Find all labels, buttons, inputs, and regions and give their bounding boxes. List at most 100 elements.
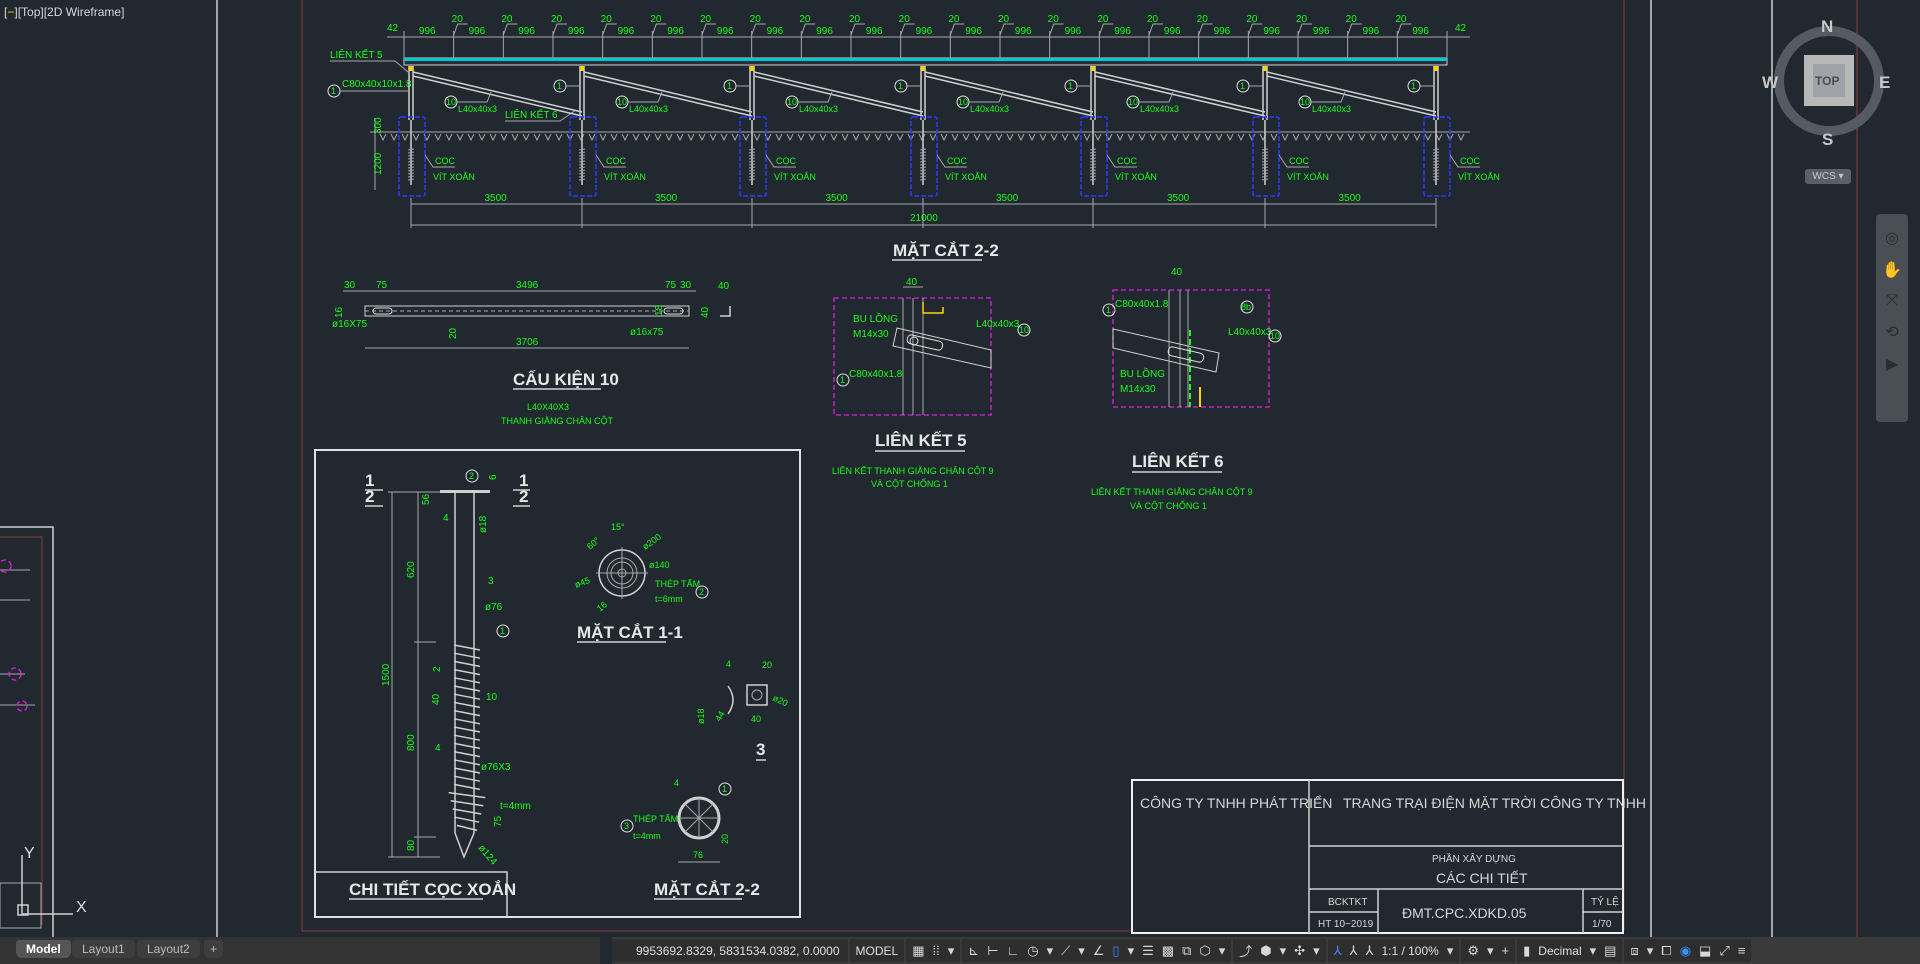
grid-icon[interactable]: ▦ [912, 943, 924, 959]
viewport-view-label[interactable]: [Top][2D Wireframe] [18, 5, 125, 19]
isodraft-icon[interactable]: ⟋ [1061, 943, 1070, 959]
zoom-extents-icon[interactable]: ⤧ [1886, 292, 1899, 310]
detail-3-title: 3 [756, 740, 765, 759]
tab-model[interactable]: Model [16, 940, 71, 958]
chevron-down-icon[interactable]: ▾ [1487, 943, 1494, 959]
pile-thread [407, 166, 415, 169]
tab-layout2[interactable]: Layout2 [137, 940, 200, 958]
helix-flight [453, 668, 481, 676]
ground-hatch [1127, 133, 1135, 142]
lock-ui-icon[interactable]: ⧈ [1630, 943, 1638, 959]
object-snap-icon[interactable]: ▯ [1112, 943, 1119, 959]
chevron-down-icon[interactable]: ▾ [1078, 943, 1085, 959]
viewport-controls[interactable]: [−][Top][2D Wireframe] [4, 5, 124, 19]
quick-properties-icon[interactable]: ▤ [1604, 943, 1616, 959]
pile-thread [1432, 178, 1440, 181]
ground-hatch [544, 133, 552, 142]
polar-tracking-icon[interactable]: ◷ [1027, 943, 1038, 959]
selection-cycling-icon[interactable]: ⧉ [1182, 943, 1191, 959]
pile-thread [407, 175, 415, 178]
helix-flight [453, 718, 481, 725]
compass-s[interactable]: S [1822, 130, 1833, 149]
viewcube[interactable]: TOP N S W E [1762, 17, 1890, 149]
3d-osnap-icon[interactable]: ⬡ [1199, 943, 1210, 959]
selection-filter-icon[interactable]: ⬢ [1260, 943, 1271, 959]
auto-scale-icon[interactable]: ⅄ [1350, 943, 1358, 959]
diagonal-brace [412, 71, 583, 113]
pile-thread [578, 172, 586, 175]
gizmo-icon[interactable]: ✣ [1294, 943, 1305, 959]
pipe-mark-1: 1 [500, 626, 505, 636]
ortho-icon[interactable]: ∟ [1007, 943, 1020, 958]
pile-thread [407, 169, 415, 172]
plate-mark-11: 2 [699, 587, 704, 597]
helix-flight [453, 750, 481, 758]
brace-spec-label: L40x40x3 [799, 104, 838, 114]
dim-3: 3 [488, 576, 494, 587]
wcs-dropdown[interactable]: WCS ▾ [1805, 169, 1851, 184]
pile-thread [748, 154, 756, 157]
pile-thread [407, 151, 415, 154]
hardware-acceleration-icon[interactable]: ◉ [1680, 943, 1691, 959]
ground-hatch [1292, 133, 1300, 142]
compass-w[interactable]: W [1762, 73, 1779, 92]
pile-thread [919, 154, 927, 157]
workspace-gear-icon[interactable]: ⚙ [1467, 943, 1479, 959]
orbit-icon[interactable]: ⟲ [1885, 322, 1898, 342]
gap-dim-leader [502, 23, 518, 36]
ground-hatch [676, 133, 684, 142]
project-name: TRANG TRẠI ĐIỆN MẶT TRỜI CÔNG TY TNHH [1343, 795, 1646, 811]
chevron-down-icon[interactable]: ▾ [1647, 943, 1654, 959]
lineweight-icon[interactable]: ☰ [1142, 943, 1154, 959]
snap-icon[interactable]: ⁞⁞ [933, 943, 940, 958]
drawing-canvas[interactable]: Y X 300 1200 21000 LIÊN KẾT 5 1 C80x40x1… [0, 0, 1920, 937]
end-dim-left: 42 [387, 23, 399, 34]
dynamic-ucs-icon[interactable]: ⤴ [1239, 941, 1252, 960]
pan-hand-icon[interactable]: ✋ [1882, 260, 1902, 280]
units-dropdown[interactable]: Decimal [1538, 944, 1581, 958]
pile-label-line1: CỌC [1460, 156, 1481, 166]
model-space-toggle[interactable]: MODEL [856, 944, 899, 958]
chevron-down-icon[interactable]: ▾ [1047, 943, 1054, 959]
ground-hatch [731, 133, 739, 142]
compass-e[interactable]: E [1879, 73, 1890, 92]
compass-n[interactable]: N [1821, 17, 1833, 36]
transparency-icon[interactable]: ▩ [1162, 943, 1174, 959]
chevron-down-icon[interactable]: ▾ [1280, 943, 1287, 959]
chevron-down-icon[interactable]: ▾ [1128, 943, 1135, 959]
helix-flight [453, 677, 481, 684]
tab-layout1[interactable]: Layout1 [72, 940, 135, 958]
chevron-down-icon[interactable]: ▾ [948, 943, 955, 959]
customize-menu-icon[interactable]: ≡ [1738, 943, 1746, 958]
dim-620: 620 [406, 561, 417, 578]
chevron-down-icon[interactable]: ▾ [1313, 943, 1320, 959]
ground-hatch [720, 133, 728, 142]
chevron-down-icon[interactable]: ▾ [1447, 943, 1454, 959]
gap-dim-label: 20 [1097, 14, 1109, 25]
ground-hatch [643, 133, 651, 142]
annotation-visibility-icon[interactable]: ⅄ [1334, 943, 1342, 959]
annotation-scale-dropdown[interactable]: 1:1 / 100% [1381, 944, 1438, 958]
steering-wheel-icon[interactable]: ◎ [1885, 228, 1899, 248]
fullscreen-icon[interactable]: ⤢ [1719, 943, 1729, 959]
coordinates-readout[interactable]: 9953692.8329, 5831534.0382, 0.0000 [636, 944, 840, 958]
clean-screen-icon[interactable]: ⬓ [1699, 943, 1711, 959]
chevron-down-icon[interactable]: ▾ [1590, 943, 1597, 959]
title-block: CÔNG TY TNHH PHÁT TRIỂN TRANG TRẠI ĐIỆN … [1131, 779, 1646, 934]
panel-dim-label: 996 [618, 26, 635, 37]
dim-80: 80 [406, 839, 417, 851]
chevron-down-icon[interactable]: ▾ [1219, 943, 1226, 959]
post-cap [1091, 66, 1095, 71]
showmotion-icon[interactable]: ▶ [1886, 354, 1898, 374]
infer-constraints-icon[interactable]: ⊾ [968, 943, 979, 959]
viewport-minimize[interactable]: − [7, 5, 14, 19]
annotation-scale-icon[interactable]: ⅄ [1366, 943, 1374, 959]
navigation-bar: ◎ ✋ ⤧ ⟲ ▶ [1876, 214, 1908, 422]
gap-dim-leader [1297, 23, 1312, 36]
isolate-objects-icon[interactable]: ⧠ [1661, 943, 1671, 959]
add-layout-button[interactable]: + [204, 940, 224, 958]
dynamic-input-icon[interactable]: ⊢ [987, 943, 998, 959]
panel-dim-label: 996 [1363, 26, 1380, 37]
annotation-monitor-icon[interactable]: + [1502, 943, 1510, 958]
object-snap-tracking-icon[interactable]: ∠ [1093, 943, 1105, 959]
